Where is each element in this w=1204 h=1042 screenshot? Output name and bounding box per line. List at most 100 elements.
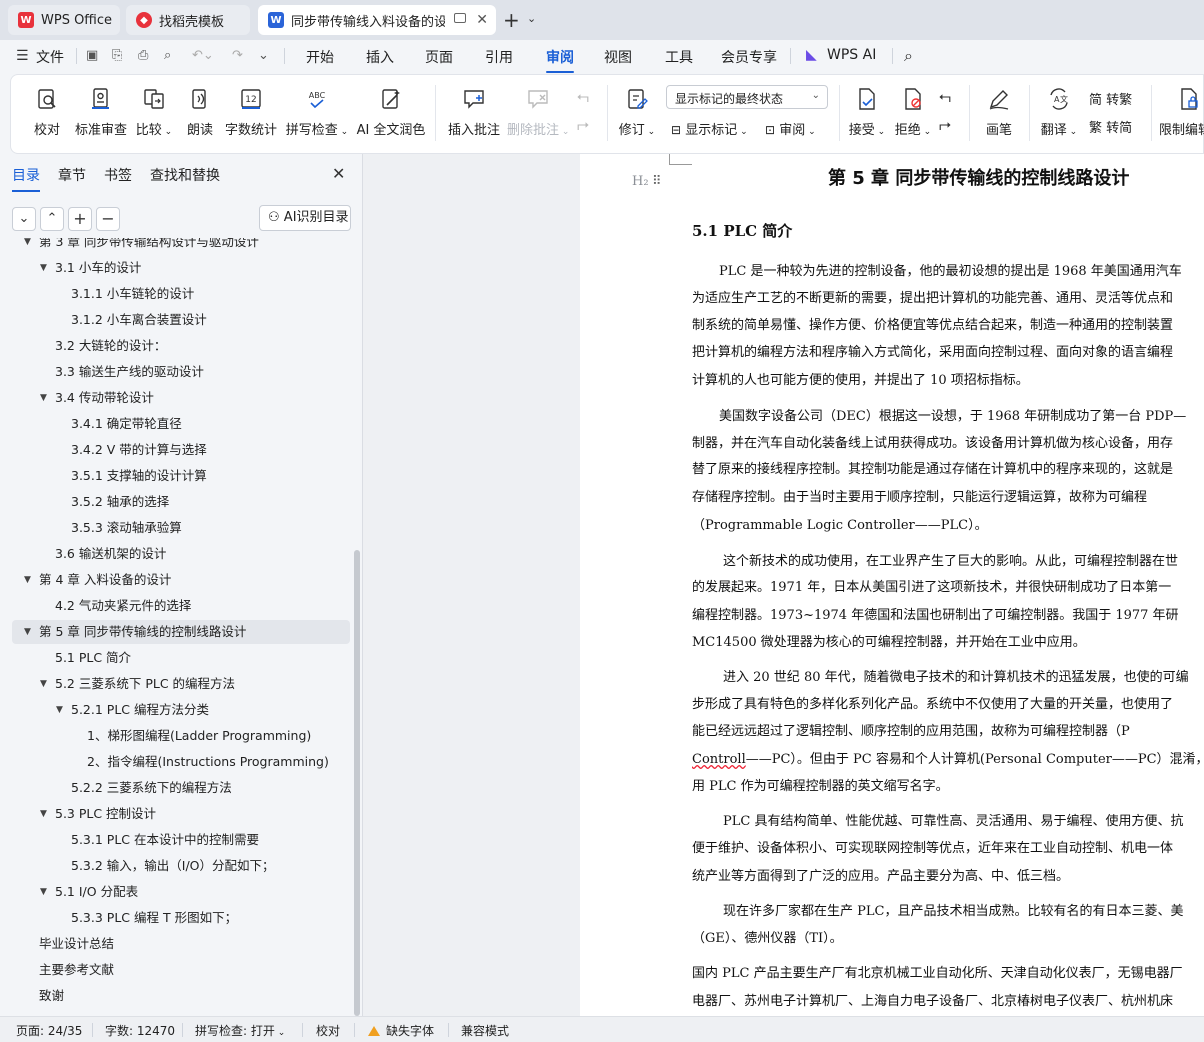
expand-toggle-icon[interactable]: ▼ — [40, 256, 47, 280]
markup-mode-select[interactable]: 显示标记的最终状态 ⌄ — [666, 85, 828, 109]
menu-home[interactable]: 开始 — [306, 47, 334, 67]
save-icon[interactable]: ▣ — [86, 48, 98, 63]
prev-change-icon[interactable]: ⮢ — [939, 87, 951, 105]
tab-template-store[interactable]: ◆ 找稻壳模板 — [126, 5, 250, 35]
reject-button[interactable]: 拒绝 ⌄ — [891, 83, 935, 147]
expand-toggle-icon[interactable]: ▼ — [56, 698, 63, 722]
search-icon[interactable]: ⌕ — [904, 46, 913, 66]
toc-item[interactable]: ▼ 3.1 小车的设计 — [0, 256, 352, 280]
drag-handle-icon[interactable]: ⠿ — [652, 174, 661, 189]
toc-item[interactable]: 3.1.2 小车离合装置设计 — [0, 308, 352, 332]
toc-item[interactable]: 5.1 PLC 简介 — [0, 646, 352, 670]
show-markup-button[interactable]: ⊟ 显示标记 ⌄ — [671, 119, 748, 138]
hamburger-icon[interactable]: ☰ — [16, 48, 29, 64]
track-changes-button[interactable]: 修订 ⌄ — [615, 83, 659, 147]
toc-item[interactable]: 毕业设计总结 — [0, 932, 352, 956]
spell-check-button[interactable]: ABC 拼写检查 ⌄ — [285, 83, 349, 147]
menu-view[interactable]: 视图 — [604, 47, 632, 67]
undo-icon[interactable]: ↶⌄ — [192, 48, 214, 63]
add-heading-button[interactable]: + — [68, 207, 92, 231]
toc-item[interactable]: 2、指令编程(Instructions Programming) — [0, 750, 352, 774]
expand-toggle-icon[interactable]: ▼ — [40, 386, 47, 410]
toc-item[interactable]: 3.4.2 V 带的计算与选择 — [0, 438, 352, 462]
tab-wps-office[interactable]: W WPS Office — [8, 5, 120, 35]
spelling-error-mark[interactable]: Controll — [692, 752, 746, 767]
insert-comment-button[interactable]: 插入批注 — [445, 83, 503, 147]
close-icon[interactable]: ✕ — [332, 164, 345, 183]
close-tab-icon[interactable]: ✕ — [476, 12, 488, 28]
proofread-button[interactable]: 校对 — [27, 83, 67, 147]
standard-review-button[interactable]: 标准审查 — [73, 83, 129, 147]
toc-item[interactable]: 5.3.2 输入，输出（I/O）分配如下； — [0, 854, 352, 878]
restrict-edit-button[interactable]: 限制编辑 — [1159, 83, 1204, 147]
toc-item[interactable]: 3.4.1 确定带轮直径 — [0, 412, 352, 436]
brush-button[interactable]: 画笔 — [977, 83, 1021, 147]
word-count-button[interactable]: 12 字数统计 — [223, 83, 279, 147]
print-preview-icon[interactable]: ⌕ — [164, 48, 171, 63]
menu-member[interactable]: 会员专享 — [721, 47, 777, 67]
toc-item[interactable]: 5.3.1 PLC 在本设计中的控制需要 — [0, 828, 352, 852]
menu-insert[interactable]: 插入 — [366, 47, 394, 67]
new-tab-icon[interactable]: + — [503, 8, 520, 32]
toc-item[interactable]: ▼ 5.2 三菱系统下 PLC 的编程方法 — [0, 672, 352, 696]
menu-tools[interactable]: 工具 — [665, 47, 693, 67]
translate-button[interactable]: A文 翻译 ⌄ — [1037, 83, 1081, 147]
expand-toggle-icon[interactable]: ▼ — [24, 568, 31, 592]
prev-comment-icon[interactable]: ⮢ — [577, 87, 589, 105]
compare-button[interactable]: 比较 ⌄ — [133, 83, 175, 147]
document-page[interactable]: H₂ ⠿ 第 5 章 同步带传输线的控制线路设计 5.1 PLC 简介 PLC … — [580, 154, 1204, 1016]
toc-item[interactable]: 3.5.2 轴承的选择 — [0, 490, 352, 514]
toc-item[interactable]: ▼ 第 3 章 同步带传输结构设计与驱动设计 — [0, 238, 352, 254]
expand-toggle-icon[interactable]: ▼ — [24, 238, 31, 254]
proofread-indicator[interactable]: 校对 — [316, 1022, 340, 1039]
ai-recognize-toc-button[interactable]: ⚇ AI识别目录 — [259, 205, 351, 231]
menu-wps-ai[interactable]: WPS AI — [827, 47, 876, 63]
nav-tab-find-replace[interactable]: 查找和替换 — [150, 165, 220, 185]
toc-scrollbar[interactable] — [354, 550, 360, 1016]
monitor-icon[interactable] — [454, 13, 466, 23]
toc-item[interactable]: 4.2 气动夹紧元件的选择 — [0, 594, 352, 618]
expand-toggle-icon[interactable]: ▼ — [40, 802, 47, 826]
toc-item[interactable]: ▼ 5.3 PLC 控制设计 — [0, 802, 352, 826]
toc-item[interactable]: ▼ 第 5 章 同步带传输线的控制线路设计 — [12, 620, 350, 644]
collapse-down-button[interactable]: ⌄ — [12, 207, 36, 231]
expand-toggle-icon[interactable]: ▼ — [40, 672, 47, 696]
next-change-icon[interactable]: ⮣ — [939, 115, 951, 133]
redo-icon[interactable]: ↷ — [232, 48, 243, 63]
collapse-up-button[interactable]: ⌃ — [40, 207, 64, 231]
expand-toggle-icon[interactable]: ▼ — [24, 620, 31, 644]
to-simplified-button[interactable]: 繁 转简 — [1089, 117, 1132, 136]
menu-file[interactable]: 文件 — [36, 47, 64, 67]
accept-button[interactable]: 接受 ⌄ — [845, 83, 889, 147]
ai-polish-button[interactable]: AI 全文润色 — [355, 83, 427, 147]
expand-toggle-icon[interactable]: ▼ — [40, 880, 47, 904]
next-comment-icon[interactable]: ⮣ — [577, 115, 589, 133]
to-traditional-button[interactable]: 简 转繁 — [1089, 89, 1132, 108]
review-pane-button[interactable]: ⊡ 审阅 ⌄ — [765, 119, 816, 138]
nav-tab-chapters[interactable]: 章节 — [58, 165, 86, 185]
nav-tab-toc[interactable]: 目录 — [12, 165, 40, 192]
chevron-down-icon[interactable]: ⌄ — [527, 12, 536, 25]
toc-item[interactable]: 3.6 输送机架的设计 — [0, 542, 352, 566]
word-count-indicator[interactable]: 字数: 12470 — [105, 1022, 175, 1039]
menu-page[interactable]: 页面 — [425, 47, 453, 67]
toc-item[interactable]: 3.5.3 滚动轴承验算 — [0, 516, 352, 540]
remove-heading-button[interactable]: − — [96, 207, 120, 231]
toc-item[interactable]: ▼ 3.4 传动带轮设计 — [0, 386, 352, 410]
nav-tab-bookmarks[interactable]: 书签 — [104, 165, 132, 185]
toc-item[interactable]: 3.2 大链轮的设计： — [0, 334, 352, 358]
toc-item[interactable]: ▼ 第 4 章 入料设备的设计 — [0, 568, 352, 592]
toc-item[interactable]: ▼ 5.1 I/O 分配表 — [0, 880, 352, 904]
delete-comment-button[interactable]: 删除批注 ⌄ — [507, 83, 569, 147]
toc-item[interactable]: 5.3.3 PLC 编程 T 形图如下； — [0, 906, 352, 930]
menu-references[interactable]: 引用 — [485, 47, 513, 67]
toc-item[interactable]: 致谢 — [0, 984, 352, 1008]
print-icon[interactable]: ⎙ — [138, 48, 148, 63]
menu-review[interactable]: 审阅 — [546, 47, 574, 73]
missing-font-indicator[interactable]: 缺失字体 — [368, 1022, 434, 1039]
export-icon[interactable]: ⎘ — [112, 48, 122, 63]
toc-item[interactable]: 3.3 输送生产线的驱动设计 — [0, 360, 352, 384]
page-indicator[interactable]: 页面: 24/35 — [16, 1022, 82, 1039]
toc-item[interactable]: 3.5.1 支撑轴的设计计算 — [0, 464, 352, 488]
toc-item[interactable]: 1、梯形图编程(Ladder Programming) — [0, 724, 352, 748]
